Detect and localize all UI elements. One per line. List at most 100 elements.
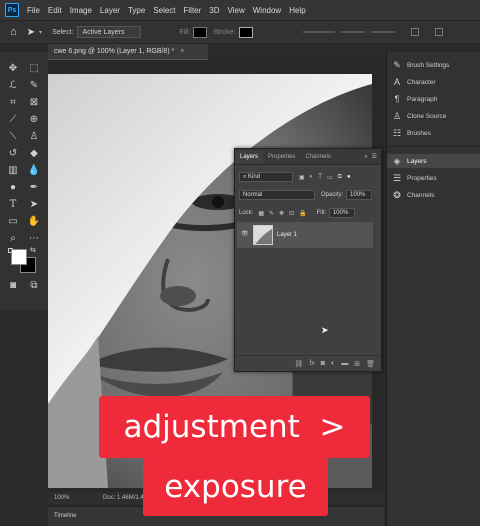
menu-type[interactable]: Type (128, 6, 145, 15)
trash-icon[interactable]: 🗑 (366, 360, 375, 368)
quick-select-tool-icon[interactable]: ✎ (27, 79, 41, 93)
move-tool-icon[interactable]: ✥ (6, 62, 20, 76)
new-layer-icon[interactable]: ⊞ (354, 360, 360, 368)
brush-tool-icon[interactable]: ⟍ (6, 130, 20, 144)
opacity-field[interactable]: 100% (346, 190, 373, 200)
fill-swatch[interactable] (193, 26, 208, 38)
caption-text-1: adjustment > (123, 409, 346, 445)
close-icon[interactable]: × (180, 48, 184, 55)
blend-mode-value: Normal (243, 192, 263, 198)
fill-field[interactable]: 100% (328, 208, 355, 218)
layer-row[interactable]: 👁 Layer 1 (237, 222, 373, 248)
menu-image[interactable]: Image (70, 6, 92, 15)
dock-paragraph[interactable]: ¶ Paragraph (387, 92, 480, 106)
settings-icon[interactable] (434, 28, 443, 36)
lock-row: Lock: ▦ ✎ ✥ ⊡ 🔒 Fill: 100% (239, 207, 377, 219)
adjustment-layer-icon[interactable]: ◐ (331, 360, 335, 367)
zoom-level[interactable]: 100% (54, 495, 69, 501)
adjustment-filter-icon[interactable]: ◐ (310, 174, 314, 180)
visibility-eye-icon[interactable]: 👁 (241, 230, 249, 237)
link-layers-icon[interactable]: ⛓ (294, 360, 303, 368)
fx-icon[interactable]: fx (309, 360, 314, 367)
document-tab-title: cwe 6.png @ 100% (Layer 1, RGB/8) * (54, 48, 175, 55)
new-group-icon[interactable]: ▬ (341, 360, 348, 367)
select-dropdown[interactable]: Active Layers (77, 26, 142, 38)
add-mask-icon[interactable]: ◙ (321, 360, 325, 367)
move-tool-icon[interactable]: ➤ (27, 27, 35, 38)
blur-tool-icon[interactable]: 💧 (27, 164, 41, 178)
menu-view[interactable]: View (228, 6, 245, 15)
brushes-icon: ☷ (392, 127, 402, 138)
menu-filter[interactable]: Filter (184, 6, 202, 15)
dock-brush-settings[interactable]: ✎ Brush Settings (387, 58, 480, 72)
quick-mask-icon[interactable]: ◙ (6, 279, 20, 293)
foreground-color-swatch[interactable] (11, 249, 27, 265)
dock-channels[interactable]: ❂ Channels (387, 188, 480, 202)
dock-layers[interactable]: ◈ Layers (387, 154, 480, 168)
gradient-tool-icon[interactable]: ▥ (6, 164, 20, 178)
right-dock: ✎ Brush Settings A Character ¶ Paragraph ♙ C… (386, 52, 480, 526)
tab-layers[interactable]: Layers (235, 151, 264, 164)
chevron-down-icon[interactable]: ▾ (39, 29, 42, 36)
shape-filter-icon[interactable]: ▭ (327, 174, 333, 181)
hand-tool-icon[interactable]: ✋ (27, 215, 41, 229)
swap-colors-icon[interactable]: ⇆ (30, 246, 36, 254)
tab-properties[interactable]: Properties (263, 151, 300, 164)
healing-tool-icon[interactable]: ⊕ (27, 113, 41, 127)
panel-menu-icon[interactable]: ☰ (372, 151, 377, 164)
menu-window[interactable]: Window (253, 6, 281, 15)
menu-layer[interactable]: Layer (100, 6, 120, 15)
screen-mode-icon[interactable]: ⧉ (27, 279, 41, 293)
type-filter-icon[interactable]: T (318, 174, 322, 180)
blend-mode-select[interactable]: Normal (239, 190, 315, 200)
marquee-tool-icon[interactable]: ⬚ (27, 62, 41, 76)
crop-tool-icon[interactable]: ⌗ (6, 96, 20, 110)
eyedropper-tool-icon[interactable]: ⟋ (6, 113, 20, 127)
zoom-tool-icon[interactable]: ⌕ (6, 232, 20, 246)
lock-pixels-icon[interactable]: ✎ (269, 210, 274, 217)
stroke-width-field[interactable] (302, 31, 335, 33)
lock-position-icon[interactable]: ✥ (279, 210, 284, 217)
document-tab[interactable]: cwe 6.png @ 100% (Layer 1, RGB/8) * × (48, 44, 208, 60)
height-field[interactable] (370, 31, 395, 33)
frame-tool-icon[interactable]: ⊠ (27, 96, 41, 110)
history-brush-tool-icon[interactable]: ↺ (6, 147, 20, 161)
smart-filter-icon[interactable]: ⧉ (338, 174, 342, 181)
layers-panel: Layers Properties Channels » ☰ ⌕ Kind ▣ … (234, 148, 382, 372)
path-select-tool-icon[interactable]: ➤ (27, 198, 41, 212)
filter-toggle-icon[interactable]: ● (347, 174, 351, 180)
pixel-filter-icon[interactable]: ▣ (299, 174, 305, 181)
tab-channels[interactable]: Channels (300, 151, 335, 164)
rectangle-tool-icon[interactable]: ▭ (6, 215, 20, 229)
dock-label: Clone Source (407, 112, 447, 120)
dock-clone-source[interactable]: ♙ Clone Source (387, 109, 480, 123)
width-field[interactable] (340, 31, 365, 33)
pen-tool-icon[interactable]: ✒ (27, 181, 41, 195)
lasso-tool-icon[interactable]: ℒ (6, 79, 20, 93)
lock-all-icon[interactable]: 🔒 (299, 210, 306, 217)
home-icon[interactable]: ⌂ (10, 26, 17, 38)
stamp-tool-icon[interactable]: ♙ (27, 130, 41, 144)
layer-name[interactable]: Layer 1 (277, 232, 297, 238)
lock-transparency-icon[interactable]: ▦ (258, 210, 264, 217)
menu-file[interactable]: File (27, 6, 40, 15)
layer-thumbnail (253, 225, 273, 245)
eraser-tool-icon[interactable]: ◆ (27, 147, 41, 161)
lock-artboard-icon[interactable]: ⊡ (289, 210, 294, 217)
options-bar: ⌂ ➤ ▾ Select: Active Layers Fill: Stroke… (0, 20, 480, 44)
menu-edit[interactable]: Edit (48, 6, 62, 15)
stroke-swatch[interactable] (238, 26, 253, 38)
dock-properties[interactable]: ☰ Properties (387, 171, 480, 185)
dock-brushes[interactable]: ☷ Brushes (387, 126, 480, 140)
collapse-icon[interactable]: » (364, 151, 367, 164)
menu-select[interactable]: Select (153, 6, 175, 15)
timeline-tab[interactable]: Timeline (54, 513, 76, 519)
menu-3d[interactable]: 3D (209, 6, 219, 15)
kind-filter[interactable]: ⌕ Kind (239, 172, 293, 182)
dodge-tool-icon[interactable]: ● (6, 181, 20, 195)
more-tools-icon[interactable]: ⋯ (27, 232, 41, 246)
path-ops-icon[interactable] (410, 28, 419, 36)
type-tool-icon[interactable]: T (6, 198, 20, 212)
dock-character[interactable]: A Character (387, 75, 480, 89)
menu-help[interactable]: Help (289, 6, 305, 15)
